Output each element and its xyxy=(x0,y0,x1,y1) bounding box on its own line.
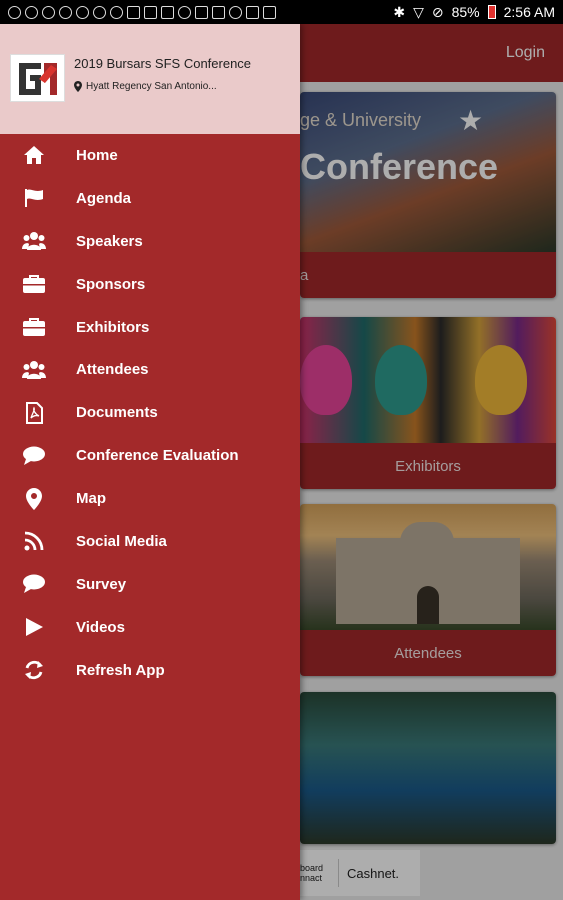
navigation-drawer: 2019 Bursars SFS Conference Hyatt Regenc… xyxy=(0,24,300,900)
menu-item-label: Social Media xyxy=(76,532,167,550)
battery-level: 85% xyxy=(451,4,480,20)
pdf-icon xyxy=(22,401,46,424)
event-venue: Hyatt Regency San Antonio... xyxy=(74,81,217,92)
menu-item-label: Attendees xyxy=(76,361,149,379)
refresh-icon xyxy=(22,660,46,680)
app-icon xyxy=(195,5,208,19)
menu-item-label: Survey xyxy=(76,575,127,593)
menu-item-label: Conference Evaluation xyxy=(76,447,239,465)
menu-item-agenda[interactable]: Agenda xyxy=(0,177,300,220)
sync-icon xyxy=(110,5,123,19)
menu-item-label: Speakers xyxy=(76,232,143,250)
briefcase-icon xyxy=(22,317,46,337)
menu-item-speakers[interactable]: Speakers xyxy=(0,220,300,263)
home-icon xyxy=(22,145,46,165)
bluetooth-icon: ✱ xyxy=(393,3,406,20)
sync-icon xyxy=(42,5,55,19)
map-pin-icon xyxy=(22,487,46,510)
sync-icon xyxy=(178,5,191,19)
clock: 2:56 AM xyxy=(503,4,555,20)
rss-icon xyxy=(22,531,46,551)
chat-bubble-icon xyxy=(22,574,46,594)
status-bar: ✱ ▽ ⊘ 85% 2:56 AM xyxy=(0,0,563,24)
app-icon xyxy=(144,5,157,19)
image-icon xyxy=(161,5,174,19)
menu-item-label: Agenda xyxy=(76,189,132,207)
event-logo xyxy=(10,54,65,102)
menu-item-map[interactable]: Map xyxy=(0,477,300,520)
sync-icon xyxy=(59,5,72,19)
image-icon xyxy=(212,5,225,19)
menu-item-label: Home xyxy=(76,146,118,164)
map-pin-icon xyxy=(74,81,82,92)
battery-icon xyxy=(487,5,496,19)
drawer-header: 2019 Bursars SFS Conference Hyatt Regenc… xyxy=(0,24,300,134)
menu-item-label: Sponsors xyxy=(76,275,146,293)
sync-icon xyxy=(76,5,89,19)
event-venue-text: Hyatt Regency San Antonio... xyxy=(86,81,217,92)
heart-icon xyxy=(229,5,242,19)
menu-item-refresh-app[interactable]: Refresh App xyxy=(0,649,300,692)
chat-bubble-icon xyxy=(22,446,46,466)
menu-item-label: Map xyxy=(76,490,106,508)
people-icon xyxy=(22,231,46,251)
menu-item-home[interactable]: Home xyxy=(0,134,300,177)
notification-icons xyxy=(8,5,276,19)
people-icon xyxy=(22,360,46,380)
menu-item-label: Videos xyxy=(76,618,125,636)
menu-item-attendees[interactable]: Attendees xyxy=(0,348,300,391)
sync-icon xyxy=(93,5,106,19)
menu-item-conference-evaluation[interactable]: Conference Evaluation xyxy=(0,434,300,477)
app-icon xyxy=(263,5,276,19)
menu-item-videos[interactable]: Videos xyxy=(0,606,300,649)
do-not-disturb-icon: ⊘ xyxy=(431,3,444,20)
menu-item-label: Exhibitors xyxy=(76,318,150,336)
menu-item-sponsors[interactable]: Sponsors xyxy=(0,263,300,306)
drawer-menu: Home Agenda Speakers Sponsors Exhibitors… xyxy=(0,134,300,692)
sync-icon xyxy=(8,5,21,19)
play-icon xyxy=(22,617,46,637)
wifi-icon: ▽ xyxy=(413,3,424,20)
alert-icon xyxy=(127,5,140,19)
briefcase-icon xyxy=(22,274,46,294)
menu-item-label: Refresh App xyxy=(76,661,165,679)
sync-icon xyxy=(25,5,38,19)
event-name: 2019 Bursars SFS Conference xyxy=(74,56,252,71)
menu-item-documents[interactable]: Documents xyxy=(0,391,300,434)
menu-item-survey[interactable]: Survey xyxy=(0,563,300,606)
app-icon xyxy=(246,5,259,19)
menu-item-exhibitors[interactable]: Exhibitors xyxy=(0,306,300,349)
menu-item-social-media[interactable]: Social Media xyxy=(0,520,300,563)
flag-icon xyxy=(22,188,46,208)
menu-item-label: Documents xyxy=(76,404,158,422)
